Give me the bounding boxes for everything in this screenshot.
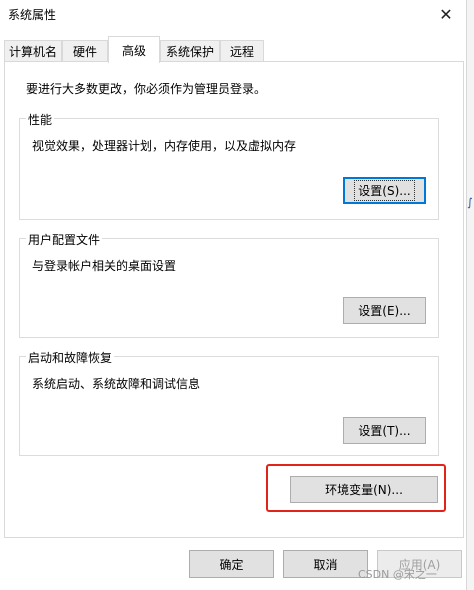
tab-advanced[interactable]: 高级 xyxy=(108,36,160,63)
performance-settings-label: 设置(S)... xyxy=(354,180,415,201)
user-profiles-settings-button[interactable]: 设置(E)... xyxy=(343,297,426,324)
user-profiles-description: 与登录帐户相关的桌面设置 xyxy=(32,259,177,273)
tab-label: 远程 xyxy=(229,44,254,59)
tab-remote[interactable]: 远程 xyxy=(220,40,264,61)
startup-recovery-group-title: 启动和故障恢复 xyxy=(26,349,115,366)
title-bar: 系统属性 ✕ xyxy=(0,0,474,30)
ok-button[interactable]: 确定 xyxy=(189,550,274,578)
tab-computer-name[interactable]: 计算机名 xyxy=(4,40,62,61)
close-icon[interactable]: ✕ xyxy=(426,0,466,28)
background-window-glyph: ∫ xyxy=(467,196,473,209)
tab-label: 计算机名 xyxy=(8,44,57,59)
admin-notice: 要进行大多数更改，你必须作为管理员登录。 xyxy=(26,82,267,96)
tab-system-protection[interactable]: 系统保护 xyxy=(160,40,220,61)
performance-settings-button[interactable]: 设置(S)... xyxy=(343,177,426,204)
startup-recovery-settings-label: 设置(T)... xyxy=(358,424,411,438)
cancel-button[interactable]: 取消 xyxy=(283,550,368,578)
user-profiles-group-title: 用户配置文件 xyxy=(26,231,103,248)
tab-label: 系统保护 xyxy=(165,44,214,59)
window-title: 系统属性 xyxy=(8,8,57,22)
performance-group: 性能 视觉效果，处理器计划，内存使用，以及虚拟内存 xyxy=(19,111,439,220)
ok-label: 确定 xyxy=(219,557,244,572)
tab-label: 硬件 xyxy=(72,44,97,59)
user-profiles-settings-label: 设置(E)... xyxy=(358,304,411,318)
performance-group-title: 性能 xyxy=(26,111,55,128)
background-window-edge xyxy=(466,0,474,590)
tab-hardware[interactable]: 硬件 xyxy=(62,40,108,61)
watermark: CSDN @宋之一 xyxy=(358,568,437,581)
red-highlight-box xyxy=(266,464,446,512)
performance-description: 视觉效果，处理器计划，内存使用，以及虚拟内存 xyxy=(32,139,297,153)
startup-recovery-settings-button[interactable]: 设置(T)... xyxy=(343,417,426,444)
tab-label: 高级 xyxy=(121,43,146,58)
cancel-label: 取消 xyxy=(313,557,338,572)
startup-recovery-description: 系统启动、系统故障和调试信息 xyxy=(32,377,201,391)
